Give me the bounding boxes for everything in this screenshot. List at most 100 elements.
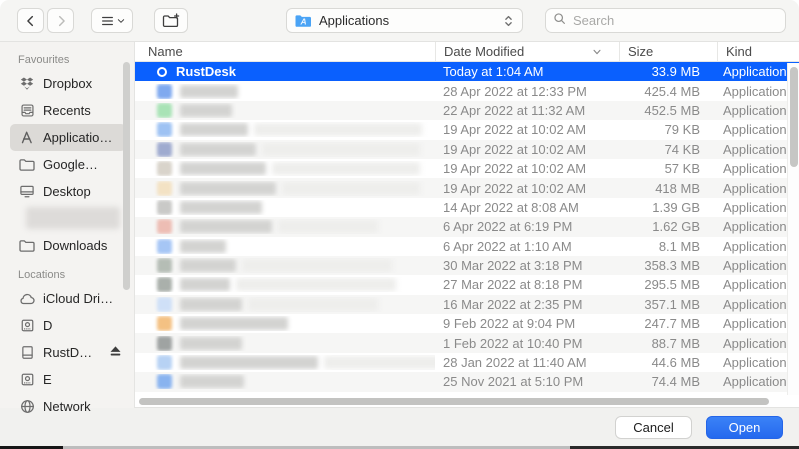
sidebar-item-downloads[interactable]: Downloads bbox=[10, 232, 126, 259]
date-modified-cell: 25 Nov 2021 at 5:10 PM bbox=[435, 374, 618, 389]
size-cell: 1.39 GB bbox=[618, 200, 715, 215]
size-cell: 452.5 MB bbox=[618, 103, 715, 118]
size-cell: 358.3 MB bbox=[618, 258, 715, 273]
date-modified-cell: 22 Apr 2022 at 11:32 AM bbox=[435, 103, 618, 118]
column-header-date-modified[interactable]: Date Modified bbox=[436, 42, 619, 61]
sidebar-item-icloud-dri-[interactable]: iCloud Dri… bbox=[10, 285, 126, 312]
file-name-blurred-extra bbox=[248, 298, 378, 311]
kind-cell: Application bbox=[715, 374, 787, 389]
new-folder-button[interactable] bbox=[154, 8, 188, 33]
file-row[interactable]: 22 Apr 2022 at 11:32 AM452.5 MBApplicati… bbox=[135, 101, 799, 120]
forward-chevron-icon bbox=[54, 14, 68, 28]
app-icon-blurred bbox=[157, 181, 172, 196]
stepper-chevrons-icon bbox=[503, 14, 514, 28]
date-modified-cell: 27 Mar 2022 at 8:18 PM bbox=[435, 277, 618, 292]
file-row[interactable]: 28 Apr 2022 at 12:33 PM425.4 MBApplicati… bbox=[135, 81, 799, 100]
sidebar-item-recents[interactable]: Recents bbox=[10, 97, 126, 124]
sidebar-item-dropbox[interactable]: Dropbox bbox=[10, 70, 126, 97]
sidebar-item-applicatio-[interactable]: Applicatio… bbox=[10, 124, 126, 151]
file-row[interactable]: 19 Apr 2022 at 10:02 AM418 MBApplication bbox=[135, 178, 799, 197]
sidebar-item-blurred[interactable] bbox=[26, 207, 120, 229]
sidebar-item-google-[interactable]: Google… bbox=[10, 151, 126, 178]
column-header-kind[interactable]: Kind bbox=[718, 42, 790, 61]
app-icon-blurred bbox=[157, 239, 172, 254]
file-row[interactable]: 1 Feb 2022 at 10:40 PM88.7 MBApplication bbox=[135, 333, 799, 352]
date-modified-cell: 6 Apr 2022 at 6:19 PM bbox=[435, 219, 618, 234]
kind-cell: Application bbox=[715, 336, 787, 351]
file-row[interactable]: 19 Apr 2022 at 10:02 AM74 KBApplication bbox=[135, 140, 799, 159]
svg-text:A: A bbox=[300, 16, 307, 26]
name-cell bbox=[135, 239, 435, 254]
applications-icon bbox=[18, 130, 36, 145]
file-list: NameDate ModifiedSize Kind RustDeskToday … bbox=[135, 42, 799, 408]
size-cell: 44.6 MB bbox=[618, 355, 715, 370]
file-row[interactable]: 9 Feb 2022 at 9:04 PM247.7 MBApplication bbox=[135, 314, 799, 333]
search-input[interactable] bbox=[571, 12, 778, 29]
column-header-label: Kind bbox=[726, 44, 752, 59]
size-cell: 74 KB bbox=[618, 142, 715, 157]
kind-cell: Application bbox=[715, 161, 787, 176]
sidebar-item-network[interactable]: Network bbox=[10, 393, 126, 420]
kind-cell: Application bbox=[715, 103, 787, 118]
file-name-blurred-extra bbox=[236, 278, 396, 291]
kind-cell: Application bbox=[715, 122, 787, 137]
forward-button[interactable] bbox=[47, 8, 74, 33]
file-name-blurred bbox=[180, 182, 276, 195]
file-row[interactable]: 6 Apr 2022 at 6:19 PM1.62 GBApplication bbox=[135, 217, 799, 236]
date-modified-cell: 6 Apr 2022 at 1:10 AM bbox=[435, 239, 618, 254]
disk-icon bbox=[18, 318, 36, 333]
app-icon-blurred bbox=[157, 297, 172, 312]
size-cell: 1.62 GB bbox=[618, 219, 715, 234]
app-icon-blurred bbox=[157, 316, 172, 331]
file-name-blurred bbox=[180, 337, 242, 350]
column-header-size[interactable]: Size bbox=[620, 42, 717, 61]
kind-cell: Application bbox=[715, 142, 787, 157]
date-modified-cell: 28 Jan 2022 at 11:40 AM bbox=[435, 355, 618, 370]
date-modified-cell: 14 Apr 2022 at 8:08 AM bbox=[435, 200, 618, 215]
file-row[interactable]: 30 Mar 2022 at 3:18 PM358.3 MBApplicatio… bbox=[135, 256, 799, 275]
sidebar-item-e[interactable]: E bbox=[10, 366, 126, 393]
file-row[interactable]: 27 Mar 2022 at 8:18 PM295.5 MBApplicatio… bbox=[135, 275, 799, 294]
horizontal-scrollbar-thumb[interactable] bbox=[139, 398, 769, 405]
date-modified-cell: Today at 1:04 AM bbox=[435, 64, 618, 79]
size-cell: 295.5 MB bbox=[618, 277, 715, 292]
sidebar-item-d[interactable]: D bbox=[10, 312, 126, 339]
file-name-blurred bbox=[180, 259, 236, 272]
sidebar-item-label: Recents bbox=[43, 103, 91, 118]
file-row[interactable]: 6 Apr 2022 at 1:10 AM8.1 MBApplication bbox=[135, 237, 799, 256]
vertical-scrollbar[interactable] bbox=[787, 63, 799, 395]
sidebar-scrollbar-thumb[interactable] bbox=[123, 62, 130, 290]
file-rows: RustDeskToday at 1:04 AM33.9 MBApplicati… bbox=[135, 62, 799, 395]
file-name-blurred bbox=[180, 162, 266, 175]
search-field[interactable] bbox=[545, 8, 786, 33]
sidebar-item-desktop[interactable]: Desktop bbox=[10, 178, 126, 205]
folder-icon bbox=[18, 158, 36, 172]
file-row[interactable]: 19 Apr 2022 at 10:02 AM79 KBApplication bbox=[135, 120, 799, 139]
sidebar-item-rustd-[interactable]: RustD… bbox=[10, 339, 126, 366]
column-header-name[interactable]: Name bbox=[135, 42, 435, 61]
name-cell bbox=[135, 122, 435, 137]
view-options-button[interactable] bbox=[91, 8, 133, 33]
cancel-button[interactable]: Cancel bbox=[615, 416, 692, 439]
location-dropdown[interactable]: A Applications bbox=[286, 8, 523, 33]
eject-icon[interactable] bbox=[109, 344, 122, 362]
horizontal-scrollbar[interactable] bbox=[135, 395, 799, 408]
file-row[interactable]: 28 Jan 2022 at 11:40 AM44.6 MBApplicatio… bbox=[135, 353, 799, 372]
file-row-rustdesk[interactable]: RustDeskToday at 1:04 AM33.9 MBApplicati… bbox=[135, 62, 799, 81]
file-name-blurred-extra bbox=[324, 356, 435, 369]
app-icon-blurred bbox=[157, 258, 172, 273]
open-button[interactable]: Open bbox=[706, 416, 783, 439]
file-row[interactable]: 25 Nov 2021 at 5:10 PM74.4 MBApplication bbox=[135, 372, 799, 391]
sidebar: Favourites DropboxRecentsApplicatio…Goog… bbox=[0, 42, 135, 408]
name-cell bbox=[135, 200, 435, 215]
file-name-blurred bbox=[180, 356, 318, 369]
file-row[interactable]: 14 Apr 2022 at 8:08 AM1.39 GBApplication bbox=[135, 198, 799, 217]
back-button[interactable] bbox=[17, 8, 44, 33]
file-row[interactable]: 16 Mar 2022 at 2:35 PM357.1 MBApplicatio… bbox=[135, 295, 799, 314]
vertical-scrollbar-thumb[interactable] bbox=[790, 67, 798, 167]
name-cell bbox=[135, 84, 435, 99]
file-row[interactable]: 19 Apr 2022 at 10:02 AM57 KBApplication bbox=[135, 159, 799, 178]
app-icon-blurred bbox=[157, 84, 172, 99]
recents-icon bbox=[18, 103, 36, 118]
search-icon bbox=[553, 12, 566, 30]
